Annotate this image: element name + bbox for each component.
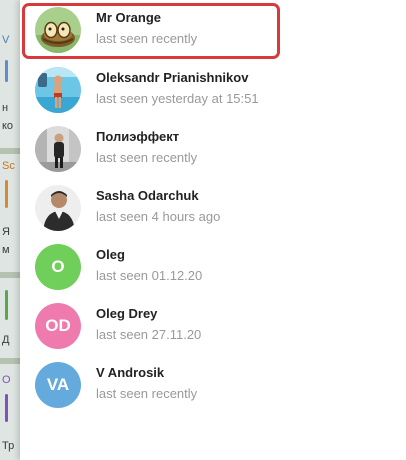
contact-status: last seen 01.12.20 (96, 268, 203, 283)
contact-name: Sasha Odarchuk (96, 188, 199, 203)
contact-item-oleg-drey[interactable]: OD Oleg Drey last seen 27.11.20 (20, 298, 406, 356)
contact-name: Mr Orange (96, 10, 162, 25)
contact-item-sasha-odarchuk[interactable]: Sasha Odarchuk last seen 4 hours ago (20, 180, 406, 238)
contact-status: last seen 4 hours ago (96, 209, 221, 224)
contact-status: last seen 27.11.20 (96, 327, 202, 342)
background-window-strip: V н ко Sc Я м Д О Тр (0, 0, 22, 460)
contact-name: V Androsik (96, 365, 165, 380)
contact-name: Полиэффект (96, 129, 180, 144)
person-portrait-photo-icon (35, 185, 81, 231)
initials-avatar: OD (35, 303, 81, 349)
contact-status: last seen recently (96, 31, 198, 46)
contact-name: Oleg (96, 247, 125, 262)
background-text-fragment: Я (2, 226, 10, 238)
background-divider (0, 358, 22, 364)
background-divider (0, 148, 22, 154)
contact-name: Oleg Drey (96, 306, 158, 321)
contact-item-oleksandr-prianishnikov[interactable]: Oleksandr Prianishnikov last seen yester… (20, 62, 406, 120)
background-quote-bar (5, 180, 8, 208)
background-text-fragment: Тр (2, 440, 15, 452)
pool-photo-icon (35, 67, 81, 113)
initials-avatar: O (35, 244, 81, 290)
contact-item-mr-orange[interactable]: Mr Orange last seen recently (20, 2, 406, 60)
contact-item-oleg[interactable]: O Oleg last seen 01.12.20 (20, 239, 406, 297)
contact-status: last seen yesterday at 15:51 (96, 91, 259, 106)
background-text-fragment: О (2, 374, 11, 386)
contact-item-polieffekt[interactable]: Полиэффект last seen recently (20, 121, 406, 179)
contact-name: Oleksandr Prianishnikov (96, 70, 249, 85)
person-street-photo-icon (35, 126, 81, 172)
background-text-fragment: ко (2, 120, 14, 132)
egg-nest-photo-icon (35, 7, 81, 53)
background-text-fragment: V (2, 34, 10, 46)
background-quote-bar (5, 60, 8, 82)
background-text-fragment: м (2, 244, 10, 256)
background-quote-bar (5, 290, 8, 320)
contact-item-v-androsik[interactable]: VA V Androsik last seen recently (20, 357, 406, 415)
contact-status: last seen recently (96, 386, 198, 401)
contact-status: last seen recently (96, 150, 198, 165)
background-quote-bar (5, 394, 8, 422)
background-text-fragment: Д (2, 334, 10, 346)
background-divider (0, 272, 22, 278)
contacts-panel: Mr Orange last seen recently Oleksandr P… (20, 0, 406, 460)
background-text-fragment: н (2, 102, 9, 114)
initials-avatar: VA (35, 362, 81, 408)
background-text-fragment: Sc (2, 160, 15, 172)
